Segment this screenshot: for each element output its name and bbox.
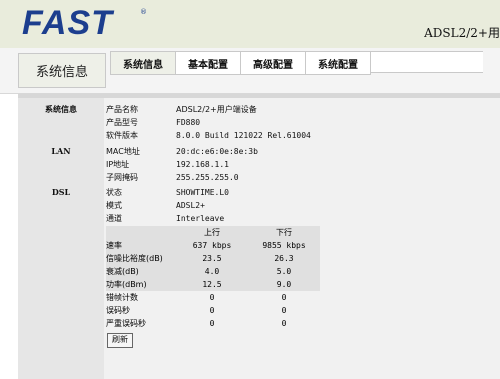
- dsl-status-label: 状态: [106, 188, 122, 197]
- header: FAST ® ADSL2/2+用: [0, 0, 500, 48]
- table-header: [106, 226, 176, 239]
- row-upstream: 12.5: [176, 278, 248, 291]
- row-label: 衰减(dB): [106, 265, 176, 278]
- dsl-stats-table: 上行 下行 速率 637 kbps 9855 kbps 信噪比裕度(dB) 23…: [106, 226, 320, 330]
- table-row: 严重误码秒 0 0: [106, 317, 320, 330]
- refresh-button[interactable]: 刷新: [107, 333, 133, 348]
- dsl-channel-label: 通道: [106, 214, 122, 223]
- subnet-mask-value: 255.255.255.0: [176, 173, 239, 182]
- section-label-column: [18, 98, 104, 379]
- table-header-upstream: 上行: [176, 226, 248, 239]
- row-upstream: 0: [209, 293, 215, 302]
- software-version-label: 软件版本: [106, 131, 138, 140]
- dsl-mode-label: 模式: [106, 201, 122, 210]
- row-downstream: 5.0: [248, 265, 320, 278]
- tab-basic-config[interactable]: 基本配置: [176, 51, 241, 75]
- subnet-mask-label: 子网掩码: [106, 173, 138, 182]
- row-downstream: 26.3: [248, 252, 320, 265]
- table-row: 功率(dBm) 12.5 9.0: [106, 278, 320, 291]
- row-upstream: 0: [209, 319, 215, 328]
- row-label: 速率: [106, 239, 176, 252]
- row-upstream: 23.5: [176, 252, 248, 265]
- table-header-row: 上行 下行: [106, 226, 320, 239]
- row-downstream: 0: [281, 319, 287, 328]
- row-upstream: 637 kbps: [176, 239, 248, 252]
- row-upstream: 0: [209, 306, 215, 315]
- section-title: 系统信息: [18, 53, 106, 88]
- model-title: ADSL2/2+用: [424, 26, 500, 40]
- product-model-label: 产品型号: [106, 118, 138, 127]
- row-label: 严重误码秒: [106, 319, 146, 328]
- table-row: 信噪比裕度(dB) 23.5 26.3: [106, 252, 320, 265]
- table-row: 误码秒 0 0: [106, 304, 320, 317]
- row-upstream: 4.0: [176, 265, 248, 278]
- fast-logo: FAST: [22, 4, 113, 42]
- navbar: 系统信息 系统信息 基本配置 高级配置 系统配置: [0, 48, 500, 94]
- product-name-label: 产品名称: [106, 105, 138, 114]
- product-name-value: ADSL2/2+用户端设备: [176, 105, 257, 114]
- dsl-status-value: SHOWTIME.L0: [176, 188, 229, 197]
- row-label: 功率(dBm): [106, 278, 176, 291]
- row-label: 信噪比裕度(dB): [106, 252, 176, 265]
- tab-system-info[interactable]: 系统信息: [110, 51, 176, 75]
- section-heading-system: 系统信息: [45, 104, 77, 114]
- section-heading-lan: LAN: [51, 146, 71, 156]
- section-heading-dsl: DSL: [51, 187, 71, 197]
- row-label: 错帧计数: [106, 293, 138, 302]
- tab-advanced-config[interactable]: 高级配置: [241, 51, 306, 75]
- dsl-channel-value: Interleave: [176, 214, 225, 223]
- tab-bar: 系统信息 基本配置 高级配置 系统配置: [110, 51, 483, 75]
- ip-address-value: 192.168.1.1: [176, 160, 229, 169]
- table-row: 速率 637 kbps 9855 kbps: [106, 239, 320, 252]
- table-header-downstream: 下行: [248, 226, 320, 239]
- mac-address-label: MAC地址: [106, 147, 140, 156]
- row-downstream: 0: [281, 306, 287, 315]
- software-version-value: 8.0.0 Build 121022 Rel.61004: [176, 131, 311, 140]
- ip-address-label: IP地址: [106, 160, 130, 169]
- product-model-value: FD880: [176, 118, 201, 127]
- row-downstream: 0: [281, 293, 287, 302]
- tab-system-config[interactable]: 系统配置: [306, 51, 371, 75]
- row-downstream: 9.0: [248, 278, 320, 291]
- table-row: 错帧计数 0 0: [106, 291, 320, 304]
- mac-address-value: 20:dc:e6:0e:8e:3b: [176, 147, 258, 156]
- dsl-mode-value: ADSL2+: [176, 201, 205, 210]
- row-label: 误码秒: [106, 306, 130, 315]
- table-row: 衰减(dB) 4.0 5.0: [106, 265, 320, 278]
- registered-mark: ®: [140, 8, 147, 16]
- tab-spacer: [371, 51, 483, 73]
- row-downstream: 9855 kbps: [248, 239, 320, 252]
